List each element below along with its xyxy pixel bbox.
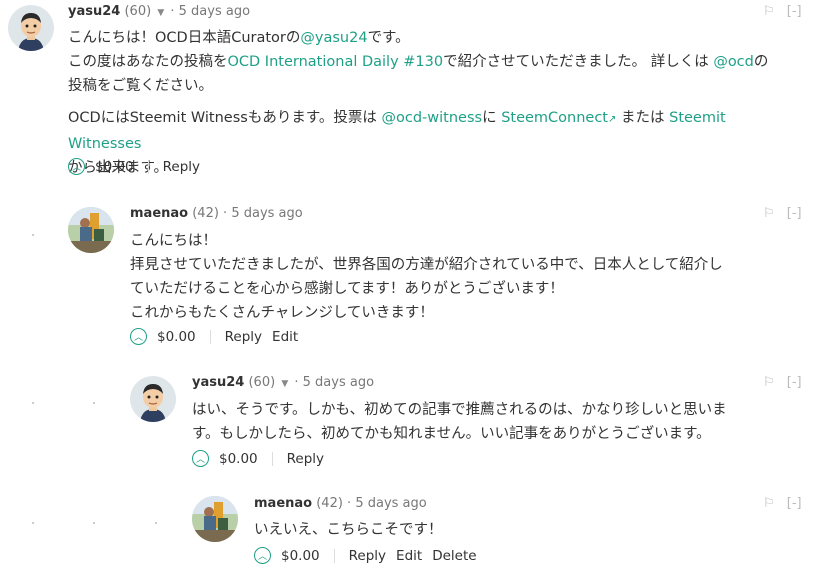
divider <box>271 451 273 466</box>
reply-button[interactable]: Reply <box>225 329 262 345</box>
author-reputation: (42) <box>192 206 219 221</box>
edit-button[interactable]: Edit <box>396 548 422 564</box>
chevron-down-icon[interactable]: ▼ <box>281 379 288 389</box>
comment-meta: yasu24 (60) ▼ · 5 days ago <box>68 4 251 19</box>
reply-button[interactable]: Reply <box>163 159 200 175</box>
comment-body: いえいえ、こちらこそです！ <box>254 518 804 542</box>
comment-timestamp[interactable]: 5 days ago <box>303 375 374 390</box>
payout-value[interactable]: $0.00 <box>157 329 196 345</box>
mention-link[interactable]: @ocd-witness <box>382 110 483 126</box>
collapse-button[interactable]: [-] <box>787 206 802 221</box>
delete-button[interactable]: Delete <box>432 548 476 564</box>
author-reputation: (60) <box>124 4 152 19</box>
comment-body: はい、そうです。しかも、初めての記事で推薦されるのは、かなり珍しいと思いま す。… <box>192 398 804 446</box>
payout-value[interactable]: $0.00 <box>95 159 134 175</box>
collapse-button[interactable]: [-] <box>787 496 802 511</box>
upvote-icon[interactable]: ︿ <box>192 450 209 467</box>
comment-body: こんにちは！OCD日本語Curatorの@yasu24です。 この度はあなたの投… <box>68 26 803 180</box>
mention-link[interactable]: @yasu24 <box>300 30 367 46</box>
thread-dot <box>93 402 95 404</box>
comment-footer: ︿ $0.00 Reply <box>192 450 334 467</box>
author-name[interactable]: yasu24 <box>192 375 244 390</box>
comment-body: こんにちは！ 拝見させていただきましたが、世界各国の方達が紹介されている中で、日… <box>130 229 805 325</box>
comment-controls: ⚐ [-] <box>755 496 802 511</box>
thread-dot <box>93 522 95 524</box>
divider <box>147 159 149 174</box>
comment-meta: maenao (42) · 5 days ago <box>130 206 303 221</box>
upvote-icon[interactable]: ︿ <box>130 328 147 345</box>
avatar-maenao[interactable] <box>68 207 114 253</box>
reply-button[interactable]: Reply <box>287 451 324 467</box>
thread-dot <box>32 402 34 404</box>
comment-footer: ︿ $0.00 Reply <box>68 158 210 175</box>
flag-icon[interactable]: ⚐ <box>763 496 775 511</box>
author-reputation: (60) <box>248 375 276 390</box>
mention-link[interactable]: @ocd <box>713 54 754 70</box>
author-name[interactable]: yasu24 <box>68 4 120 19</box>
comment-paragraph: はい、そうです。しかも、初めての記事で推薦されるのは、かなり珍しいと思いま す。… <box>192 402 727 442</box>
avatar-image <box>68 207 114 253</box>
comment-controls: ⚐ [-] <box>755 4 802 19</box>
flag-icon[interactable]: ⚐ <box>763 375 775 390</box>
comment-timestamp[interactable]: 5 days ago <box>231 206 302 221</box>
avatar-image <box>192 496 238 542</box>
avatar-image <box>8 5 54 51</box>
comment-meta: maenao (42) · 5 days ago <box>254 496 427 511</box>
upvote-icon[interactable]: ︿ <box>254 547 271 564</box>
avatar-image <box>130 376 176 422</box>
edit-button[interactable]: Edit <box>272 329 298 345</box>
comment-footer: ︿ $0.00 Reply Edit <box>130 328 308 345</box>
thread-dot <box>32 234 34 236</box>
thread-dot <box>155 522 157 524</box>
upvote-icon[interactable]: ︿ <box>68 158 85 175</box>
divider <box>333 548 335 563</box>
collapse-button[interactable]: [-] <box>787 375 802 390</box>
comment-meta: yasu24 (60) ▼ · 5 days ago <box>192 375 375 390</box>
collapse-button[interactable]: [-] <box>787 4 802 19</box>
thread-dot <box>32 522 34 524</box>
comment-paragraph: こんにちは！OCD日本語Curatorの@yasu24です。 この度はあなたの投… <box>68 30 769 94</box>
author-name[interactable]: maenao <box>130 206 188 221</box>
comment-controls: ⚐ [-] <box>755 206 802 221</box>
comment-timestamp[interactable]: 5 days ago <box>179 4 250 19</box>
comment-paragraph: いえいえ、こちらこそです！ <box>254 522 443 538</box>
external-link[interactable]: SteemConnect <box>501 110 608 126</box>
post-link[interactable]: OCD International Daily #130 <box>228 54 444 70</box>
comment-controls: ⚐ [-] <box>755 375 802 390</box>
comment-paragraph: こんにちは！ 拝見させていただきましたが、世界各国の方達が紹介されている中で、日… <box>130 233 723 321</box>
comment-footer: ︿ $0.00 Reply Edit Delete <box>254 547 487 564</box>
flag-icon[interactable]: ⚐ <box>763 4 775 19</box>
avatar-yasu24[interactable] <box>130 376 176 422</box>
avatar-yasu24[interactable] <box>8 5 54 51</box>
author-reputation: (42) <box>316 496 343 511</box>
chevron-down-icon[interactable]: ▼ <box>157 8 164 18</box>
divider <box>209 329 211 344</box>
comment-timestamp[interactable]: 5 days ago <box>355 496 426 511</box>
payout-value[interactable]: $0.00 <box>219 451 258 467</box>
author-name[interactable]: maenao <box>254 496 312 511</box>
reply-button[interactable]: Reply <box>349 548 386 564</box>
avatar-maenao[interactable] <box>192 496 238 542</box>
payout-value[interactable]: $0.00 <box>281 548 320 564</box>
flag-icon[interactable]: ⚐ <box>763 206 775 221</box>
